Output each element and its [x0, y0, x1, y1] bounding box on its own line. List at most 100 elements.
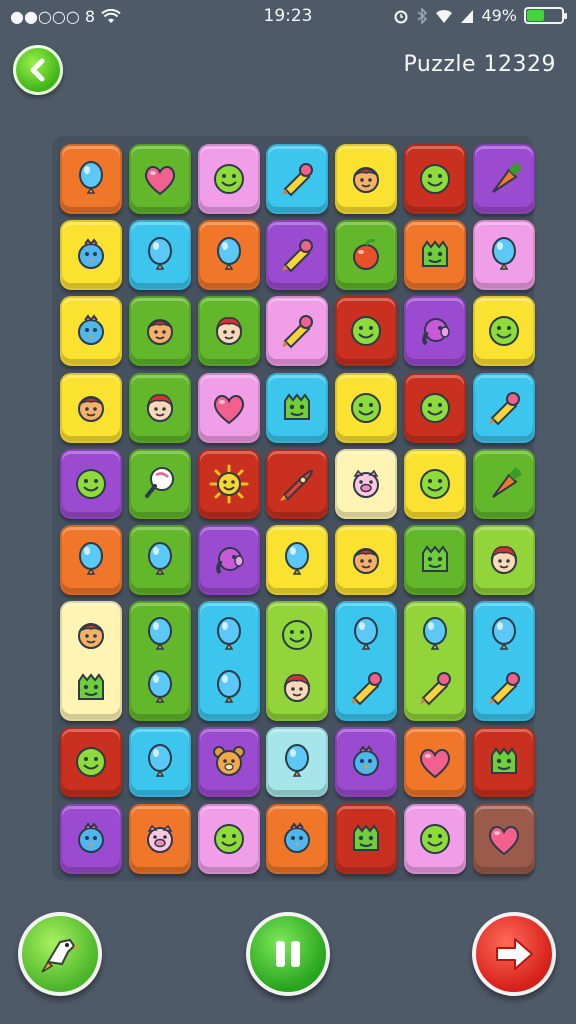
ice-cream-icon: [488, 671, 520, 705]
tile-r1-c4[interactable]: [266, 144, 329, 214]
tile-r4-c7[interactable]: [472, 372, 535, 443]
tile-r8-c1[interactable]: [60, 727, 122, 798]
tile-r4-c6[interactable]: [404, 372, 466, 443]
bird-icon: [284, 821, 311, 853]
smiley-face-icon: [420, 392, 450, 423]
carrot-icon: [491, 162, 522, 193]
tile-r9-c2[interactable]: [128, 803, 191, 874]
next-button[interactable]: [472, 912, 556, 996]
tile-r1-c5[interactable]: [335, 144, 398, 214]
boy-face-icon: [283, 673, 311, 702]
tile-r3-c6[interactable]: [404, 296, 466, 367]
tile-r9-c5[interactable]: [335, 803, 398, 874]
wifi-status-icon: [436, 9, 453, 23]
tile-r7-c1[interactable]: [60, 601, 122, 722]
tile-r6-c3[interactable]: [197, 525, 260, 595]
tile-r8-c5[interactable]: [335, 727, 398, 798]
tile-r9-c6[interactable]: [404, 803, 466, 874]
tile-r4-c4[interactable]: [266, 372, 329, 443]
tile-r8-c7[interactable]: [472, 727, 535, 798]
alarm-icon: [394, 10, 408, 23]
tile-r5-c5[interactable]: [335, 448, 398, 519]
hint-button[interactable]: [18, 912, 102, 996]
pause-button[interactable]: [246, 912, 330, 996]
battery-icon: [524, 7, 567, 24]
pig-face-icon: [146, 824, 173, 853]
tile-r3-c3[interactable]: [197, 296, 260, 367]
tile-r6-c2[interactable]: [128, 525, 191, 595]
tile-r2-c4[interactable]: [266, 220, 329, 291]
tile-r6-c7[interactable]: [472, 525, 535, 595]
monster-face-icon: [422, 545, 448, 572]
tile-r9-c3[interactable]: [197, 803, 260, 874]
tile-r8-c6[interactable]: [404, 727, 466, 798]
ice-cream-icon: [351, 671, 383, 705]
tile-r9-c7[interactable]: [472, 803, 535, 874]
tile-r2-c5[interactable]: [335, 220, 398, 291]
pig-face-icon: [353, 469, 380, 498]
tile-r8-c4[interactable]: [266, 727, 329, 798]
puzzle-title: Puzzle 12329: [403, 52, 556, 77]
tile-r3-c1[interactable]: [60, 296, 122, 367]
tile-r1-c2[interactable]: [128, 144, 191, 214]
boy-face-icon: [215, 317, 242, 346]
tile-r2-c7[interactable]: [472, 220, 535, 291]
smiley-face-icon: [351, 316, 382, 347]
tile-r5-c7[interactable]: [472, 448, 535, 519]
tile-r1-c6[interactable]: [404, 144, 466, 214]
tile-r5-c6[interactable]: [404, 448, 466, 519]
ice-cream-icon: [488, 391, 520, 426]
back-button[interactable]: [13, 45, 63, 95]
balloon-icon: [147, 237, 172, 270]
smiley-face-icon: [488, 316, 519, 347]
tile-r7-c6[interactable]: [404, 601, 466, 722]
tile-r7-c2[interactable]: [128, 601, 191, 722]
tile-r5-c4[interactable]: [266, 448, 329, 519]
tile-r3-c4[interactable]: [266, 296, 329, 367]
monster-face-icon: [490, 747, 517, 775]
bird-icon: [78, 821, 104, 853]
tile-r1-c7[interactable]: [472, 144, 535, 214]
tile-r4-c1[interactable]: [60, 372, 122, 443]
balloon-icon: [147, 744, 172, 778]
heart-icon: [144, 166, 175, 196]
tile-r3-c7[interactable]: [472, 296, 535, 367]
tile-r3-c5[interactable]: [335, 296, 398, 367]
balloon-icon: [147, 669, 172, 703]
tile-r2-c1[interactable]: [60, 220, 122, 291]
bluetooth-icon: [417, 7, 428, 24]
tile-r4-c5[interactable]: [335, 372, 398, 443]
tile-r6-c1[interactable]: [60, 525, 122, 595]
balloon-icon: [216, 237, 241, 270]
tile-r5-c3[interactable]: [197, 448, 260, 519]
heart-icon: [213, 394, 244, 424]
tile-r1-c1[interactable]: [60, 144, 122, 214]
tile-r4-c2[interactable]: [128, 372, 191, 443]
tile-r5-c1[interactable]: [60, 448, 122, 519]
tile-r2-c6[interactable]: [404, 220, 466, 291]
battery-level: [527, 10, 544, 21]
tile-r7-c3[interactable]: [197, 601, 260, 722]
tile-r3-c2[interactable]: [128, 296, 191, 367]
tile-r9-c4[interactable]: [266, 803, 329, 874]
pause-icon: [276, 941, 300, 967]
tile-r1-c3[interactable]: [197, 144, 260, 214]
tile-r4-c3[interactable]: [197, 372, 260, 443]
tile-r7-c5[interactable]: [335, 601, 398, 722]
heart-icon: [488, 825, 519, 855]
tile-r6-c4[interactable]: [266, 525, 329, 595]
monster-face-icon: [78, 672, 104, 700]
tile-r6-c5[interactable]: [335, 525, 398, 595]
tile-r7-c4[interactable]: [266, 601, 329, 722]
tile-r2-c3[interactable]: [197, 220, 260, 291]
tile-r2-c2[interactable]: [128, 220, 191, 291]
arrow-right-icon: [496, 938, 533, 970]
girl-face-icon: [78, 622, 104, 649]
tile-r9-c1[interactable]: [60, 803, 122, 874]
tile-r8-c2[interactable]: [128, 727, 191, 798]
tile-r5-c2[interactable]: [128, 448, 191, 519]
tile-r6-c6[interactable]: [404, 525, 466, 595]
ice-cream-icon: [282, 315, 314, 349]
tile-r8-c3[interactable]: [197, 727, 260, 798]
tile-r7-c7[interactable]: [472, 601, 535, 722]
